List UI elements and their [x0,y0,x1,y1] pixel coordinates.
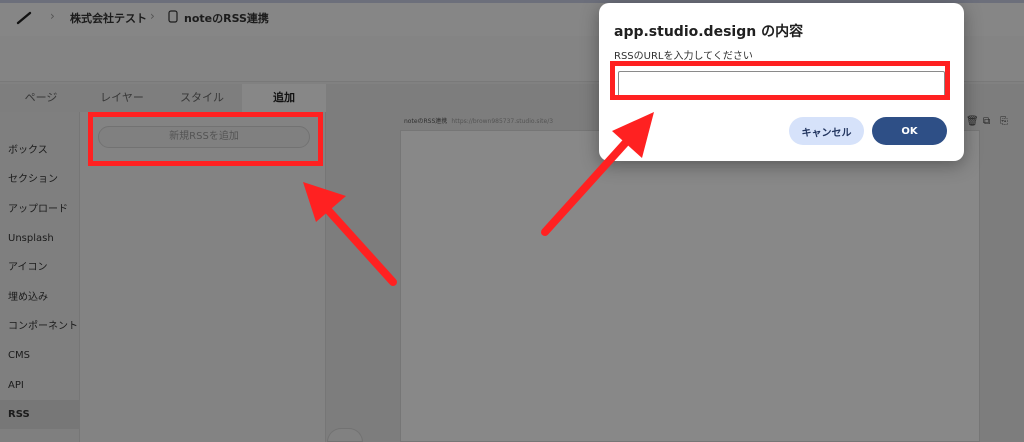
arrow-to-add-rss-icon [303,182,397,286]
annotation-arrows [303,112,654,286]
studio-editor: › 株式会社テスト › noteのRSS連携 ページ レイヤー スタイル 追加 … [0,0,1024,442]
arrow-to-url-input-icon [541,112,654,236]
